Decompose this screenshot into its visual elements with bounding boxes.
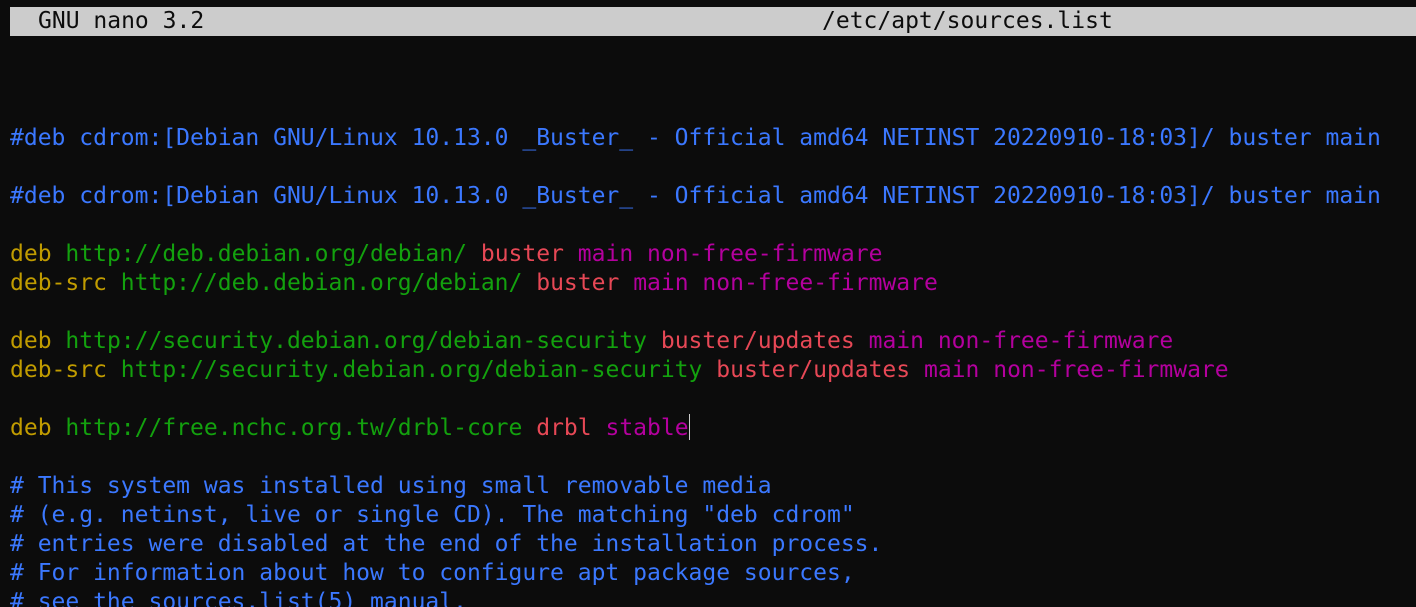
components: main non-free-firmware (633, 270, 938, 296)
comment-text: # This system was installed using small … (10, 473, 772, 499)
comment-text: # entries were disabled at the end of th… (10, 531, 883, 557)
distribution: buster (536, 270, 620, 296)
distribution: buster/updates (660, 328, 855, 354)
comment-text: #deb cdrom:[Debian GNU/Linux 10.13.0 _Bu… (10, 183, 1381, 209)
distribution: buster/updates (716, 357, 911, 383)
source-entry-line[interactable]: deb http://deb.debian.org/debian/ buster… (10, 240, 1410, 269)
comment-line[interactable]: # For information about how to configure… (10, 559, 1410, 588)
distribution: buster (480, 241, 564, 267)
blank-line[interactable] (10, 95, 1410, 124)
repo-url: http://deb.debian.org/debian/ (120, 270, 523, 296)
source-entry-line[interactable]: deb http://security.debian.org/debian-se… (10, 327, 1410, 356)
blank-line[interactable] (10, 298, 1410, 327)
comment-line[interactable]: # entries were disabled at the end of th… (10, 530, 1410, 559)
comment-text: # (e.g. netinst, live or single CD). The… (10, 502, 855, 528)
source-entry-line[interactable]: deb http://free.nchc.org.tw/drbl-core dr… (10, 414, 1410, 443)
comment-line[interactable]: # see the sources.list(5) manual. (10, 588, 1410, 607)
components: main non-free-firmware (923, 357, 1229, 383)
entry-type: deb (10, 328, 52, 354)
comment-line[interactable]: # This system was installed using small … (10, 472, 1410, 501)
repo-url: http://free.nchc.org.tw/drbl-core (65, 415, 523, 441)
blank-line[interactable] (10, 211, 1410, 240)
file-path: /etc/apt/sources.list (822, 8, 1113, 34)
source-entry-line[interactable]: deb-src http://security.debian.org/debia… (10, 356, 1410, 385)
comment-text: #deb cdrom:[Debian GNU/Linux 10.13.0 _Bu… (10, 125, 1381, 151)
text-editor-area[interactable]: #deb cdrom:[Debian GNU/Linux 10.13.0 _Bu… (10, 95, 1410, 607)
comment-line[interactable]: # (e.g. netinst, live or single CD). The… (10, 501, 1410, 530)
components: main non-free-firmware (868, 328, 1174, 354)
components: stable (605, 415, 689, 441)
components: main non-free-firmware (577, 241, 883, 267)
distribution: drbl (536, 415, 592, 441)
entry-type: deb (10, 415, 52, 441)
repo-url: http://deb.debian.org/debian/ (65, 241, 467, 267)
entry-type: deb-src (10, 357, 107, 383)
comment-text: # see the sources.list(5) manual. (10, 589, 467, 607)
comment-line[interactable]: #deb cdrom:[Debian GNU/Linux 10.13.0 _Bu… (10, 124, 1410, 153)
blank-line[interactable] (10, 385, 1410, 414)
blank-line[interactable] (10, 443, 1410, 472)
nano-title-bar: GNU nano 3.2 /etc/apt/sources.list (10, 7, 1416, 36)
blank-line[interactable] (10, 153, 1410, 182)
comment-line[interactable]: #deb cdrom:[Debian GNU/Linux 10.13.0 _Bu… (10, 182, 1410, 211)
entry-type: deb-src (10, 270, 107, 296)
editor-name: GNU nano 3.2 (38, 8, 205, 34)
text-cursor (688, 414, 690, 440)
source-entry-line[interactable]: deb-src http://deb.debian.org/debian/ bu… (10, 269, 1410, 298)
repo-url: http://security.debian.org/debian-securi… (120, 357, 703, 383)
comment-text: # For information about how to configure… (10, 560, 855, 586)
repo-url: http://security.debian.org/debian-securi… (65, 328, 647, 354)
entry-type: deb (10, 241, 52, 267)
